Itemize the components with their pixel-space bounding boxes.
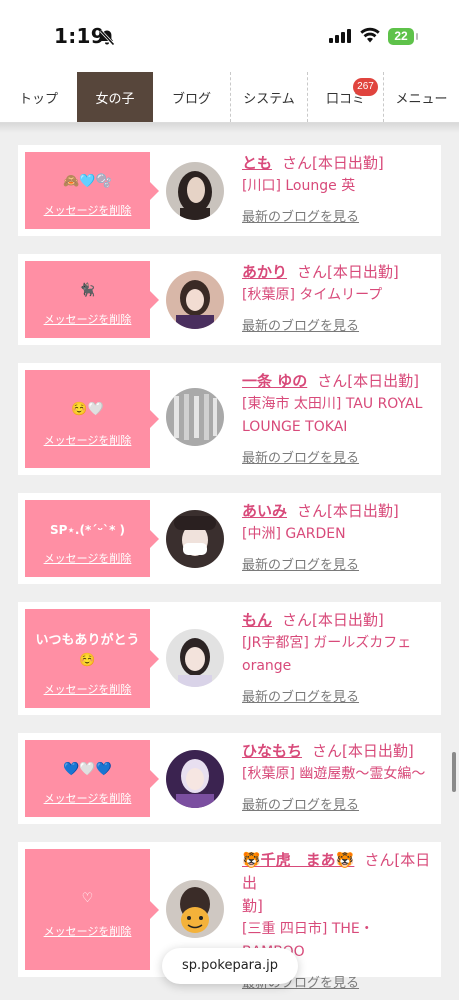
latest-blog-link[interactable]: 最新のブログを見る xyxy=(242,315,437,334)
battery-nub xyxy=(416,33,418,40)
shop-name[interactable]: [JR宇都宮] ガールズカフェ xyxy=(242,632,437,655)
tab-system[interactable]: システム xyxy=(230,72,307,122)
bell-off-icon xyxy=(99,29,115,46)
bubble-arrow xyxy=(150,529,159,548)
message-text: 🐈‍⬛ xyxy=(79,283,96,298)
message-bubble: ♡ メッセージを削除 xyxy=(25,849,159,970)
delete-message-link[interactable]: メッセージを削除 xyxy=(25,681,150,697)
girl-info: とも さん[本日出勤] [川口] Lounge 英 最新のブログを見る xyxy=(242,152,437,225)
bubble-arrow xyxy=(150,769,159,788)
attendance-status: さん[本日出勤] xyxy=(282,154,384,172)
girl-info: ひなもち さん[本日出勤] [秋葉原] 幽遊屋敷〜霊女編〜 最新のブログを見る xyxy=(242,740,437,813)
girl-info: もん さん[本日出勤] [JR宇都宮] ガールズカフェ orange 最新のブログ… xyxy=(242,609,437,705)
girl-name-link[interactable]: ひなもち xyxy=(242,742,302,760)
bubble-arrow xyxy=(150,181,159,200)
girl-info: 一条 ゆの さん[本日出勤] [東海市 太田川] TAU ROYAL LOUNGE… xyxy=(242,370,437,466)
message-text: いつもありがとう ☺️ xyxy=(35,633,140,668)
delete-message-link[interactable]: メッセージを削除 xyxy=(25,432,150,448)
avatar[interactable] xyxy=(166,162,224,220)
latest-blog-link[interactable]: 最新のブログを見る xyxy=(242,206,437,225)
message-text: ☺️🤍 xyxy=(71,402,104,417)
avatar[interactable] xyxy=(166,271,224,329)
wifi-icon xyxy=(360,27,380,43)
shop-name[interactable]: [中洲] GARDEN xyxy=(242,523,437,546)
message-text: ♡ xyxy=(81,891,94,906)
bubble-arrow xyxy=(150,900,159,919)
bubble-arrow xyxy=(150,649,159,668)
tab-menu[interactable]: メニュー xyxy=(383,72,459,122)
girl-card: いつもありがとう ☺️ メッセージを削除 もん さん[本日出勤] [JR宇都宮] … xyxy=(18,602,441,715)
girl-card: 🙈🩵🫧 メッセージを削除 とも さん[本日出勤] [川口] Lounge 英 最新… xyxy=(18,145,441,236)
latest-blog-link[interactable]: 最新のブログを見る xyxy=(242,447,437,466)
girl-info: あかり さん[本日出勤] [秋葉原] タイムリープ 最新のブログを見る xyxy=(242,261,437,334)
latest-blog-link[interactable]: 最新のブログを見る xyxy=(242,686,437,705)
nav-shadow xyxy=(0,123,459,133)
shop-name[interactable]: [東海市 太田川] TAU ROYAL xyxy=(242,393,437,416)
girl-name-link[interactable]: 🐯千虎 まあ🐯 xyxy=(242,851,354,869)
avatar[interactable] xyxy=(166,629,224,687)
girl-name-link[interactable]: 一条 ゆの xyxy=(242,372,307,390)
girl-card: 🐈‍⬛ メッセージを削除 あかり さん[本日出勤] [秋葉原] タイムリープ 最新… xyxy=(18,254,441,345)
girl-name-link[interactable]: もん xyxy=(242,611,272,629)
delete-message-link[interactable]: メッセージを削除 xyxy=(25,202,150,218)
attendance-status-cont: 勤] xyxy=(242,897,263,915)
girl-card: ☺️🤍 メッセージを削除 一条 ゆの さん[本日出勤] [東海市 太田川] TAU… xyxy=(18,363,441,475)
message-bubble: SP⋆.(*ˊᵕˋ* ) メッセージを削除 xyxy=(25,500,159,577)
battery-indicator: 22 xyxy=(388,28,414,45)
cellular-signal-icon xyxy=(329,29,351,43)
girl-name-link[interactable]: あかり xyxy=(242,263,287,281)
shop-name[interactable]: [三重 四日市] THE・ xyxy=(242,918,437,941)
bubble-arrow xyxy=(150,410,159,428)
delete-message-link[interactable]: メッセージを削除 xyxy=(25,790,150,806)
girl-name-link[interactable]: とも xyxy=(242,154,272,172)
message-text: 🙈🩵🫧 xyxy=(63,174,112,189)
avatar[interactable] xyxy=(166,510,224,568)
tab-navigation: トップ 女の子 ブログ システム 口コミ メニュー xyxy=(0,72,459,123)
attendance-status: さん[本日出勤] xyxy=(297,502,399,520)
girl-info: あいみ さん[本日出勤] [中洲] GARDEN 最新のブログを見る xyxy=(242,500,437,573)
delete-message-link[interactable]: メッセージを削除 xyxy=(25,923,150,939)
delete-message-link[interactable]: メッセージを削除 xyxy=(25,311,150,327)
delete-message-link[interactable]: メッセージを削除 xyxy=(25,550,150,566)
tab-blog[interactable]: ブログ xyxy=(153,72,230,122)
girl-card: 💙🤍💙 メッセージを削除 ひなもち さん[本日出勤] [秋葉原] 幽遊屋敷〜霊女編… xyxy=(18,733,441,824)
shop-name-cont[interactable]: orange xyxy=(242,655,437,678)
status-bar: 1:19 22 xyxy=(0,0,459,72)
message-bubble: いつもありがとう ☺️ メッセージを削除 xyxy=(25,609,159,708)
message-bubble: 🐈‍⬛ メッセージを削除 xyxy=(25,261,159,338)
message-bubble: 💙🤍💙 メッセージを削除 xyxy=(25,740,159,817)
tab-girls[interactable]: 女の子 xyxy=(77,72,153,122)
tab-top[interactable]: トップ xyxy=(0,72,77,122)
url-address-pill[interactable]: sp.pokepara.jp xyxy=(162,948,298,984)
shop-name[interactable]: [秋葉原] 幽遊屋敷〜霊女編〜 xyxy=(242,763,437,786)
attendance-status: さん[本日出勤] xyxy=(282,611,384,629)
girl-name-link[interactable]: あいみ xyxy=(242,502,287,520)
latest-blog-link[interactable]: 最新のブログを見る xyxy=(242,794,437,813)
avatar[interactable] xyxy=(166,880,224,938)
shop-name[interactable]: [秋葉原] タイムリープ xyxy=(242,284,437,307)
reviews-count-badge: 267 xyxy=(353,78,378,96)
attendance-status: さん[本日出勤] xyxy=(312,742,414,760)
latest-blog-link[interactable]: 最新のブログを見る xyxy=(242,554,437,573)
message-bubble: ☺️🤍 メッセージを削除 xyxy=(25,370,159,468)
message-text: SP⋆.(*ˊᵕˋ* ) xyxy=(49,523,126,537)
status-time: 1:19 xyxy=(54,24,105,48)
avatar[interactable] xyxy=(166,388,224,446)
attendance-status: さん[本日出勤] xyxy=(297,263,399,281)
bubble-arrow xyxy=(150,290,159,309)
message-text: 💙🤍💙 xyxy=(63,762,112,777)
message-bubble: 🙈🩵🫧 メッセージを削除 xyxy=(25,152,159,229)
shop-name[interactable]: [川口] Lounge 英 xyxy=(242,175,437,198)
attendance-status: さん[本日出勤] xyxy=(317,372,419,390)
avatar[interactable] xyxy=(166,750,224,808)
girl-card: SP⋆.(*ˊᵕˋ* ) メッセージを削除 あいみ さん[本日出勤] [中洲] G… xyxy=(18,493,441,584)
scrollbar-thumb[interactable] xyxy=(452,752,456,792)
shop-name-cont[interactable]: LOUNGE TOKAI xyxy=(242,416,437,439)
